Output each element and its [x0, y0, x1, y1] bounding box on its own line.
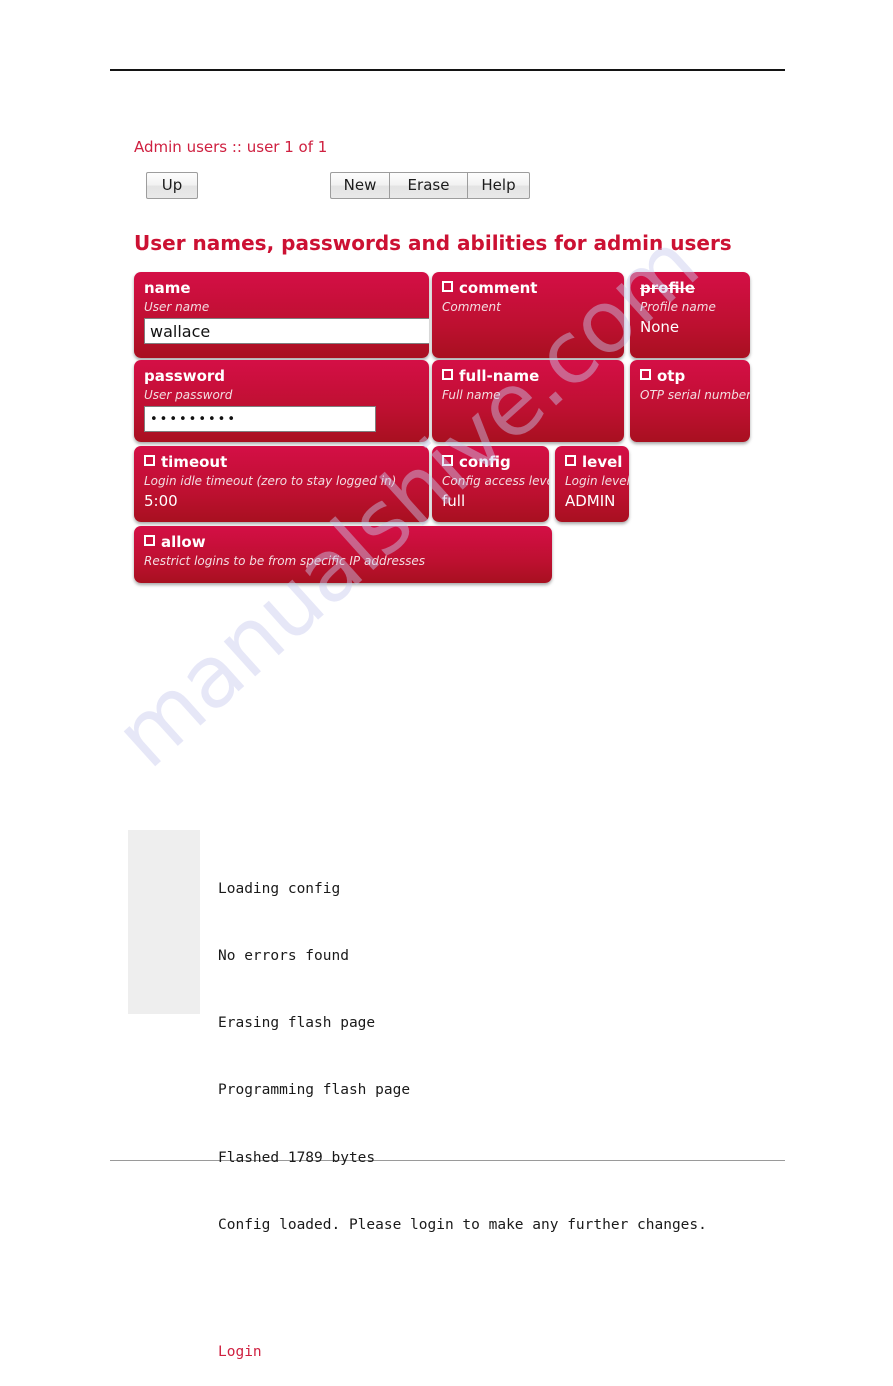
checkbox-icon[interactable] [442, 281, 453, 292]
checkbox-icon[interactable] [144, 455, 155, 466]
console-line: Flashed 1789 bytes [218, 1149, 376, 1166]
password-input[interactable] [144, 406, 376, 432]
field-profile-value: None [640, 318, 680, 336]
checkbox-icon[interactable] [144, 535, 155, 546]
checkbox-icon[interactable] [565, 455, 576, 466]
field-name-description: User name [144, 300, 210, 314]
field-profile-label: profile [640, 279, 695, 297]
field-level-label-text: level [582, 453, 623, 471]
console-line: Programming flash page [218, 1082, 411, 1099]
field-otp[interactable]: otp OTP serial number [630, 360, 750, 442]
console-line: Loading config [218, 880, 341, 897]
field-allow-description: Restrict logins to be from specific IP a… [144, 554, 426, 568]
console-line: No errors found [218, 948, 349, 965]
field-name[interactable]: name User name [134, 272, 429, 358]
field-password-description: User password [144, 388, 233, 402]
field-comment-label-text: comment [459, 279, 538, 297]
field-otp-label: otp [640, 368, 740, 385]
login-link[interactable]: Login [218, 1341, 858, 1363]
field-config-label: config [442, 454, 539, 471]
checkbox-icon[interactable] [640, 369, 651, 380]
field-profile-description: Profile name [640, 300, 716, 314]
field-full-name[interactable]: full-name Full name [432, 360, 624, 442]
checkbox-icon[interactable] [442, 455, 453, 466]
field-timeout-value: 5:00 [144, 492, 178, 510]
field-config-description: Config access level [442, 474, 549, 488]
field-config-value: full [442, 492, 466, 510]
console-gutter [128, 830, 200, 1014]
field-allow-label-text: allow [161, 533, 206, 551]
console-line: Config loaded. Please login to make any … [218, 1216, 707, 1233]
field-comment[interactable]: comment Comment [432, 272, 624, 358]
field-allow[interactable]: allow Restrict logins to be from specifi… [134, 526, 552, 583]
field-level-description: Login level [565, 474, 629, 488]
field-full-name-description: Full name [442, 388, 501, 402]
field-full-name-label: full-name [442, 368, 614, 385]
field-password[interactable]: password User password [134, 360, 429, 442]
console-line: Erasing flash page [218, 1015, 376, 1032]
field-timeout-description: Login idle timeout (zero to stay logged … [144, 474, 397, 488]
field-comment-description: Comment [442, 300, 501, 314]
field-password-label: password [144, 367, 226, 385]
field-timeout[interactable]: timeout Login idle timeout (zero to stay… [134, 446, 429, 522]
field-otp-label-text: otp [657, 367, 686, 385]
field-profile[interactable]: profile Profile name None [630, 272, 750, 358]
field-level[interactable]: level Login level ADMIN [555, 446, 629, 522]
field-allow-label: allow [144, 534, 542, 551]
field-timeout-label: timeout [144, 454, 419, 471]
field-comment-label: comment [442, 280, 614, 297]
name-input[interactable] [144, 318, 429, 344]
field-timeout-label-text: timeout [161, 453, 228, 471]
console-output: Loading config No errors found Erasing f… [218, 833, 858, 1386]
console-spacer [218, 1281, 858, 1296]
checkbox-icon[interactable] [442, 369, 453, 380]
field-name-label: name [144, 279, 191, 297]
field-config[interactable]: config Config access level full [432, 446, 549, 522]
field-level-value: ADMIN [565, 492, 616, 510]
field-full-name-label-text: full-name [459, 367, 540, 385]
field-level-label: level [565, 453, 623, 471]
field-config-label-text: config [459, 453, 511, 471]
field-otp-description: OTP serial number [640, 388, 750, 402]
